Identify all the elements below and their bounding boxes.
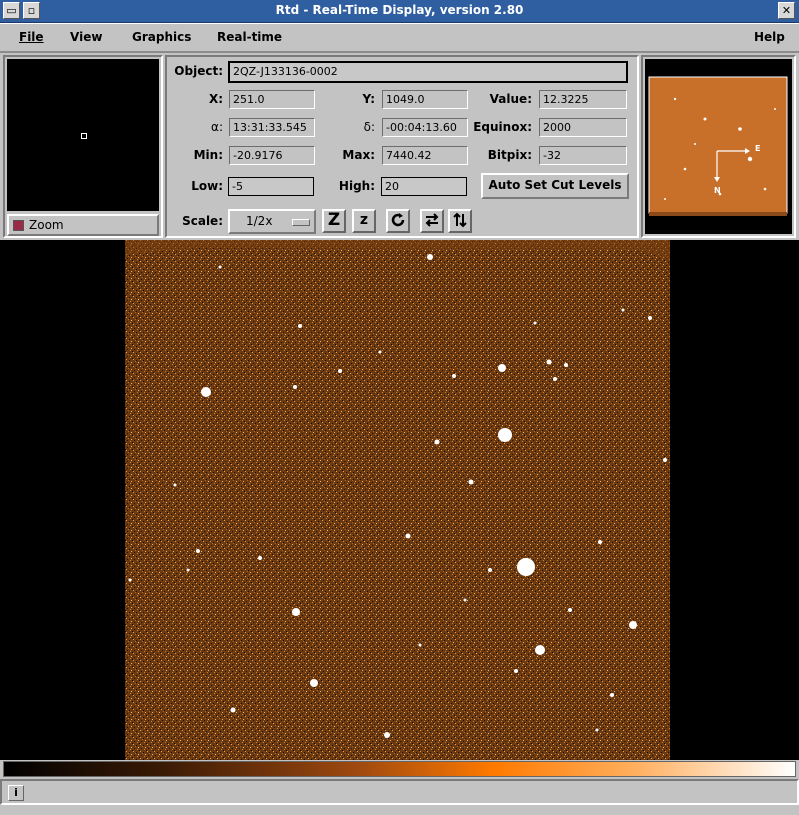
x-field[interactable]: 251.0: [229, 90, 315, 109]
x-label: X:: [208, 92, 223, 106]
auto-set-cut-levels-button[interactable]: Auto Set Cut Levels: [481, 173, 629, 199]
panner-view[interactable]: E N: [645, 59, 792, 234]
east-label: E: [755, 144, 761, 153]
image-canvas[interactable]: [0, 240, 799, 760]
close-icon[interactable]: ✕: [778, 2, 795, 19]
zoom-checkbox-icon[interactable]: [13, 220, 24, 231]
north-label: N: [714, 186, 721, 195]
high-label: High:: [338, 179, 375, 193]
scale-label: Scale:: [182, 214, 223, 228]
zoom-in-button[interactable]: Z: [322, 209, 346, 233]
zoom-panel: Zoom: [3, 55, 163, 238]
panner-panel: E N: [641, 55, 796, 238]
rotate-icon[interactable]: [386, 209, 410, 233]
option-menu-indicator-icon: [292, 219, 310, 226]
scale-value: 1/2x: [246, 214, 273, 228]
zoom-toggle[interactable]: Zoom: [7, 214, 159, 236]
low-field[interactable]: -5: [228, 177, 314, 196]
title-bar: ▭ ▫ Rtd - Real-Time Display, version 2.8…: [0, 0, 799, 23]
high-field[interactable]: 20: [381, 177, 467, 196]
max-label: Max:: [342, 148, 375, 162]
delta-label: δ:: [363, 120, 375, 134]
y-label: Y:: [362, 92, 375, 106]
info-icon[interactable]: i: [8, 785, 24, 801]
menu-graphics[interactable]: Graphics: [132, 30, 191, 44]
menu-help[interactable]: Help: [754, 30, 785, 44]
zoom-view[interactable]: [7, 59, 159, 211]
menu-file[interactable]: File: [19, 30, 44, 44]
scale-menu[interactable]: 1/2x: [228, 209, 316, 234]
colorbar[interactable]: [3, 761, 796, 777]
menu-view[interactable]: View: [70, 30, 102, 44]
flip-y-icon[interactable]: [448, 209, 472, 233]
bitpix-label: Bitpix:: [487, 148, 532, 162]
zoom-label: Zoom: [29, 218, 64, 232]
value-field[interactable]: 12.3225: [539, 90, 627, 109]
equinox-label: Equinox:: [473, 120, 532, 134]
menu-realtime[interactable]: Real-time: [217, 30, 282, 44]
menu-bar: File View Graphics Real-time Help: [0, 23, 799, 53]
bitpix-field[interactable]: -32: [539, 146, 627, 165]
alpha-field[interactable]: 13:31:33.545: [229, 118, 315, 137]
y-field[interactable]: 1049.0: [382, 90, 468, 109]
object-label: Object:: [174, 64, 223, 78]
zoom-out-button[interactable]: z: [352, 209, 376, 233]
value-label: Value:: [489, 92, 532, 106]
status-bar: i: [0, 779, 799, 805]
flip-x-icon[interactable]: [420, 209, 444, 233]
info-panel: Object: 2QZ-J133136-0002 X: 251.0 Y: 104…: [165, 55, 639, 238]
object-field[interactable]: 2QZ-J133136-0002: [228, 61, 628, 83]
delta-field[interactable]: -00:04:13.60: [382, 118, 468, 137]
alpha-label: α:: [211, 120, 223, 134]
low-label: Low:: [191, 179, 223, 193]
min-label: Min:: [193, 148, 223, 162]
window-title: Rtd - Real-Time Display, version 2.80: [275, 3, 524, 17]
equinox-field[interactable]: 2000: [539, 118, 627, 137]
zoom-cursor: [81, 133, 87, 139]
min-field[interactable]: -20.9176: [229, 146, 315, 165]
max-field[interactable]: 7440.42: [382, 146, 468, 165]
